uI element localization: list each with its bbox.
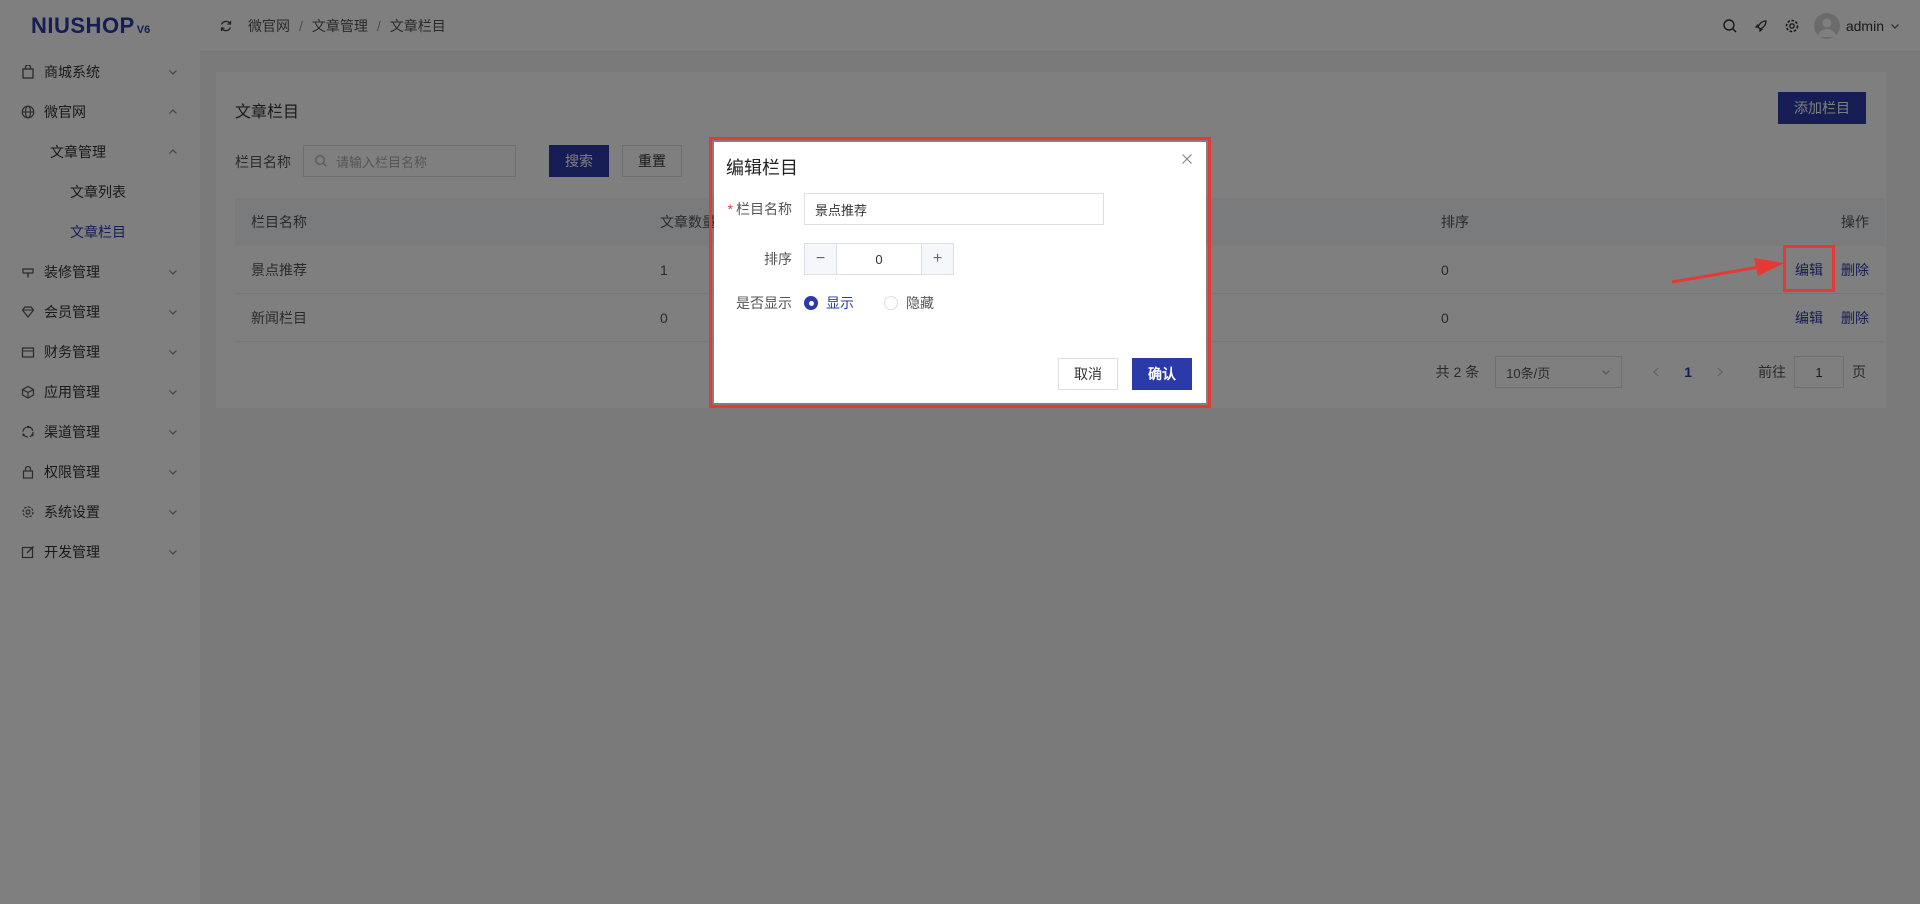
decrement-button[interactable]: − (805, 244, 837, 274)
increment-button[interactable]: + (921, 244, 953, 274)
dialog-title: 编辑栏目 (726, 158, 798, 178)
radio-hide-label: 隐藏 (906, 295, 934, 311)
radio-dot (884, 296, 898, 310)
sort-value[interactable]: 0 (837, 244, 921, 274)
form-row-sort: 排序 − 0 + (714, 243, 954, 275)
form-label: * 栏目名称 (714, 199, 804, 219)
edit-category-dialog: 编辑栏目 * 栏目名称 景点推荐 排序 − 0 + 是否显示 显示 隐藏 取消 确… (714, 142, 1206, 403)
radio-dot (804, 296, 818, 310)
radio-hide[interactable]: 隐藏 (884, 293, 934, 313)
modal-overlay[interactable] (0, 0, 1920, 904)
name-label: 栏目名称 (736, 201, 792, 217)
show-label: 是否显示 (736, 295, 792, 311)
radio-show-label: 显示 (826, 295, 854, 311)
radio-show[interactable]: 显示 (804, 293, 854, 313)
required-mark: * (727, 201, 733, 217)
edit-highlight-box (1783, 245, 1835, 292)
form-row-visibility: 是否显示 显示 隐藏 (714, 293, 964, 313)
form-row-name: * 栏目名称 景点推荐 (714, 193, 1104, 225)
category-name-input[interactable]: 景点推荐 (804, 193, 1104, 225)
cancel-button[interactable]: 取消 (1058, 358, 1118, 390)
confirm-button[interactable]: 确认 (1132, 358, 1192, 390)
sort-label: 排序 (764, 251, 792, 267)
close-icon[interactable] (1180, 152, 1194, 166)
sort-stepper: − 0 + (804, 243, 954, 275)
annotation-arrow (1671, 258, 1784, 284)
